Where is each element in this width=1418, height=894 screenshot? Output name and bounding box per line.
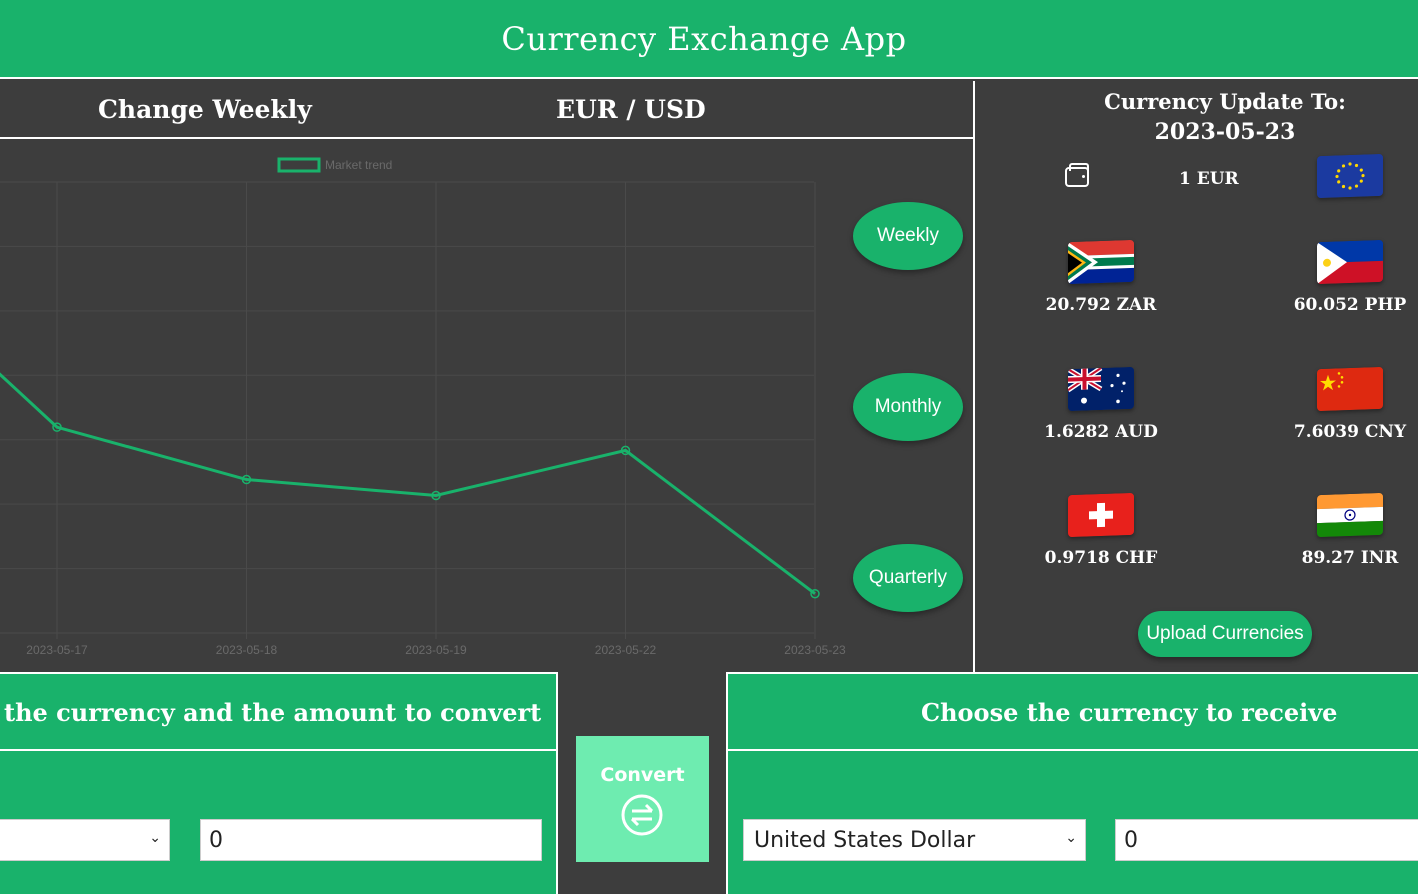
wallet-icon bbox=[1065, 163, 1089, 187]
quarterly-button[interactable]: Quarterly bbox=[853, 544, 963, 612]
to-currency-value: United States Dollar bbox=[754, 827, 976, 853]
swap-arrows-icon bbox=[621, 794, 663, 836]
eu-flag-icon bbox=[1317, 153, 1383, 199]
south-africa-flag-icon bbox=[1068, 239, 1134, 285]
base-currency-row: 1 EUR bbox=[977, 153, 1418, 201]
rate-item-inr: 89.27 INR bbox=[1290, 492, 1410, 568]
app-header: Currency Exchange App bbox=[0, 0, 1418, 79]
series-line bbox=[0, 372, 816, 595]
currency-pair-title: EUR / USD bbox=[556, 95, 706, 124]
convert-from-panel: the currency and the amount to convert ⌄… bbox=[0, 672, 558, 894]
rate-label-chf: 0.9718 CHF bbox=[1044, 548, 1158, 568]
x-tick-label: 2023-05-18 bbox=[216, 643, 278, 657]
x-tick-label: 2023-05-19 bbox=[405, 643, 467, 657]
rates-title: Currency Update To: bbox=[1104, 89, 1346, 114]
rate-label-cny: 7.6039 CNY bbox=[1293, 422, 1407, 442]
rate-item-php: 60.052 PHP bbox=[1290, 239, 1410, 315]
eu-flag-item bbox=[1290, 153, 1410, 199]
australia-flag-icon bbox=[1068, 366, 1134, 412]
convert-from-heading: the currency and the amount to convert bbox=[4, 698, 542, 727]
rate-item-aud: 1.6282 AUD bbox=[1041, 366, 1161, 442]
chevron-down-icon: ⌄ bbox=[1065, 830, 1077, 846]
x-tick-label: 2023-05-22 bbox=[595, 643, 657, 657]
convert-to-heading: Choose the currency to receive bbox=[921, 698, 1338, 727]
convert-label: Convert bbox=[600, 764, 685, 786]
switzerland-flag-icon bbox=[1068, 492, 1134, 538]
trend-chart: Market trend 2023-05-17 2023-05-18 2023-05-… bbox=[0, 157, 846, 657]
to-amount-input[interactable]: 0 bbox=[1115, 819, 1418, 861]
rate-item-cny: 7.6039 CNY bbox=[1290, 366, 1410, 442]
upload-currencies-button[interactable]: Upload Currencies bbox=[1138, 611, 1312, 657]
convert-button[interactable]: Convert bbox=[576, 736, 709, 862]
rate-label-inr: 89.27 INR bbox=[1301, 548, 1399, 568]
x-tick-label: 2023-05-17 bbox=[26, 643, 88, 657]
monthly-button[interactable]: Monthly bbox=[853, 373, 963, 441]
india-flag-icon bbox=[1317, 492, 1383, 538]
rate-label-aud: 1.6282 AUD bbox=[1044, 422, 1158, 442]
rate-label-zar: 20.792 ZAR bbox=[1045, 295, 1157, 315]
rates-panel: Currency Update To: 2023-05-23 1 EUR 20.… bbox=[977, 81, 1418, 672]
x-tick-label: 2023-05-23 bbox=[784, 643, 846, 657]
philippines-flag-icon bbox=[1317, 239, 1383, 285]
rates-date: 2023-05-23 bbox=[1154, 119, 1296, 145]
base-currency-label: 1 EUR bbox=[1179, 169, 1239, 189]
from-currency-select[interactable]: ⌄ bbox=[0, 819, 170, 861]
app-title: Currency Exchange App bbox=[501, 19, 907, 58]
rate-item-zar: 20.792 ZAR bbox=[1041, 239, 1161, 315]
convert-to-header: Choose the currency to receive bbox=[728, 674, 1418, 751]
rate-label-php: 60.052 PHP bbox=[1293, 295, 1407, 315]
legend-label: Market trend bbox=[325, 158, 392, 172]
convert-from-header: the currency and the amount to convert bbox=[0, 674, 556, 751]
convert-to-panel: Choose the currency to receive United St… bbox=[726, 672, 1418, 894]
chevron-down-icon: ⌄ bbox=[149, 830, 161, 846]
chart-header: Change Weekly EUR / USD bbox=[0, 81, 975, 139]
weekly-button[interactable]: Weekly bbox=[853, 202, 963, 270]
legend-swatch bbox=[277, 157, 321, 173]
from-amount-input[interactable]: 0 bbox=[200, 819, 542, 861]
china-flag-icon bbox=[1317, 366, 1383, 412]
to-currency-select[interactable]: United States Dollar ⌄ bbox=[743, 819, 1086, 861]
rate-item-chf: 0.9718 CHF bbox=[1041, 492, 1161, 568]
chart-period-title: Change Weekly bbox=[98, 95, 312, 124]
